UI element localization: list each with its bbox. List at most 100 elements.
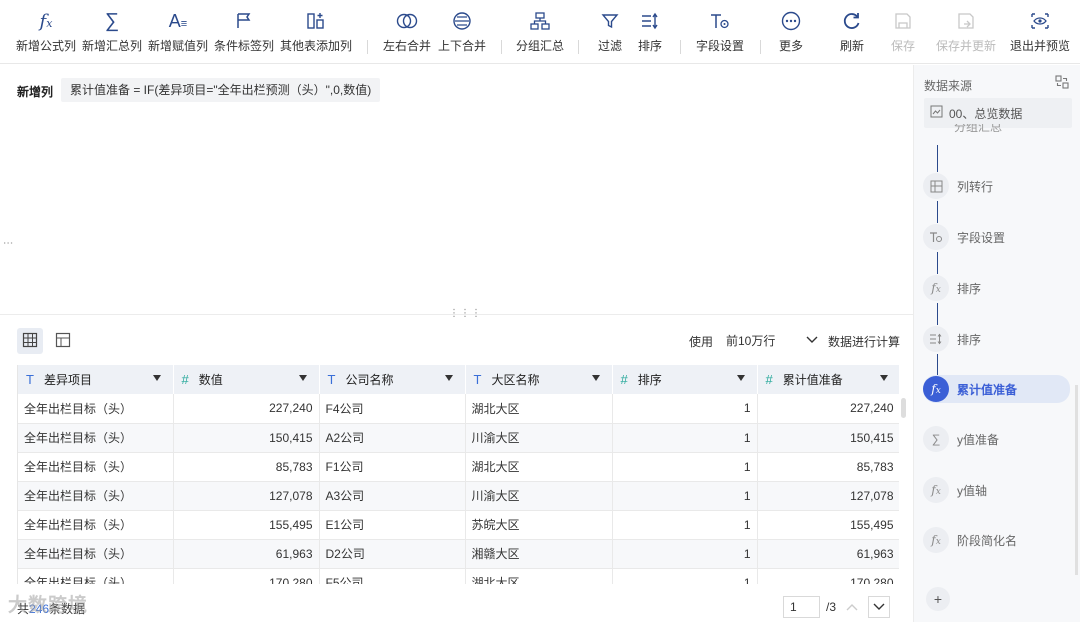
add-column-from-other-table-button[interactable]: 其他表添加列 <box>280 8 352 58</box>
table-cell[interactable]: 全年出栏目标（头） <box>18 452 174 482</box>
table-cell[interactable]: 1 <box>612 394 758 424</box>
panel-toggle-icon[interactable] <box>1055 75 1069 92</box>
table-cell[interactable]: 1 <box>612 481 758 511</box>
row-limit-select[interactable]: 前10万行 <box>726 329 818 351</box>
table-row[interactable]: 全年出栏目标（头） 85,783 F1公司 湖北大区 1 85,783 <box>18 452 899 482</box>
add-summary-column-button[interactable]: ∑ 新增汇总列 <box>82 8 142 58</box>
table-cell[interactable]: 227,240 <box>757 394 899 424</box>
table-scrollbar[interactable] <box>901 398 906 418</box>
column-menu-icon[interactable] <box>879 375 888 381</box>
pipeline-step-y-axis[interactable]: fx y值轴 <box>923 476 987 504</box>
table-cell[interactable]: 湖北大区 <box>465 394 613 424</box>
table-cell[interactable]: 61,963 <box>173 539 320 569</box>
pipeline-step-column-to-row[interactable]: 列转行 <box>923 172 993 200</box>
pipeline-step-cumulative-prep[interactable]: fx 累计值准备 <box>923 375 1070 403</box>
table-cell[interactable]: 全年出栏目标（头） <box>18 568 174 584</box>
refresh-button[interactable]: 刷新 <box>838 8 866 58</box>
table-cell[interactable]: E1公司 <box>319 510 466 540</box>
exit-and-preview-button[interactable]: 退出并预览 <box>1010 8 1070 58</box>
table-cell[interactable]: 1 <box>612 510 758 540</box>
table-cell[interactable]: 127,078 <box>757 481 899 511</box>
table-cell[interactable]: 1 <box>612 423 758 453</box>
condition-label-column-button[interactable]: 条件标签列 <box>214 8 274 58</box>
table-cell[interactable]: 湖北大区 <box>465 568 613 584</box>
table-cell[interactable]: 127,078 <box>173 481 320 511</box>
formula-expression[interactable]: 累计值准备 = IF(差异项目="全年出栏预测（头）",0,数值) <box>61 78 381 102</box>
column-menu-icon[interactable] <box>298 375 307 381</box>
table-cell[interactable]: 全年出栏目标（头） <box>18 481 174 511</box>
table-cell[interactable]: 全年出栏目标（头） <box>18 423 174 453</box>
table-cell[interactable]: 170,280 <box>173 568 320 584</box>
table-cell[interactable]: 1 <box>612 452 758 482</box>
save-button[interactable]: 保存 <box>889 8 917 58</box>
panel-scrollbar[interactable] <box>1075 385 1078 575</box>
table-cell[interactable]: 150,415 <box>757 423 899 453</box>
filter-button[interactable]: 过滤 <box>596 8 624 58</box>
table-cell[interactable]: A3公司 <box>319 481 466 511</box>
table-row[interactable]: 全年出栏目标（头） 155,495 E1公司 苏皖大区 1 155,495 <box>18 510 899 540</box>
table-cell[interactable]: 155,495 <box>757 510 899 540</box>
table-cell[interactable]: F5公司 <box>319 568 466 584</box>
table-cell[interactable]: A2公司 <box>319 423 466 453</box>
column-header-cumulative[interactable]: # 累计值准备 <box>757 365 899 394</box>
table-cell[interactable]: 1 <box>612 539 758 569</box>
table-cell[interactable]: 61,963 <box>757 539 899 569</box>
table-cell[interactable]: 苏皖大区 <box>465 510 613 540</box>
table-cell[interactable]: 155,495 <box>173 510 320 540</box>
add-assign-column-button[interactable]: A≡ 新增赋值列 <box>148 8 208 58</box>
pipeline-step-y-value-prep[interactable]: ∑ y值准备 <box>923 425 999 453</box>
column-header-sort[interactable]: # 排序 <box>612 365 758 394</box>
top-bottom-merge-button[interactable]: 上下合并 <box>437 8 487 58</box>
column-header-company[interactable]: T 公司名称 <box>319 365 466 394</box>
column-menu-icon[interactable] <box>152 375 161 381</box>
group-summary-button[interactable]: 分组汇总 <box>514 8 566 58</box>
table-cell[interactable]: 全年出栏目标（头） <box>18 510 174 540</box>
formula-fx-icon: fx <box>923 376 949 402</box>
table-cell[interactable]: F4公司 <box>319 394 466 424</box>
table-row[interactable]: 全年出栏目标（头） 61,963 D2公司 湘赣大区 1 61,963 <box>18 539 899 569</box>
table-row[interactable]: 全年出栏目标（头） 127,078 A3公司 川渝大区 1 127,078 <box>18 481 899 511</box>
column-menu-icon[interactable] <box>591 375 600 381</box>
add-step-button[interactable]: + <box>926 587 950 611</box>
table-cell[interactable]: 川渝大区 <box>465 423 613 453</box>
left-resize-handle[interactable]: ⋮ <box>2 238 13 248</box>
resize-handle[interactable]: ⋮⋮⋮ <box>449 308 482 319</box>
layout-view-button[interactable] <box>50 328 76 354</box>
table-cell[interactable]: 85,783 <box>173 452 320 482</box>
column-header-value[interactable]: # 数值 <box>173 365 320 394</box>
table-cell[interactable]: D2公司 <box>319 539 466 569</box>
column-menu-icon[interactable] <box>444 375 453 381</box>
table-cell[interactable]: 85,783 <box>757 452 899 482</box>
pipeline-step-stage-short-name[interactable]: fx 阶段简化名 <box>923 526 1017 554</box>
table-cell[interactable]: F1公司 <box>319 452 466 482</box>
pipeline-step-sort[interactable]: 排序 <box>923 325 981 353</box>
table-cell[interactable]: 170,280 <box>757 568 899 584</box>
field-settings-button[interactable]: 字段设置 <box>695 8 745 58</box>
add-formula-column-button[interactable]: fx 新增公式列 <box>16 8 76 58</box>
table-cell[interactable]: 1 <box>612 568 758 584</box>
table-row[interactable]: 全年出栏目标（头） 170,280 F5公司 湖北大区 1 170,280 <box>18 568 899 584</box>
left-right-merge-button[interactable]: 左右合并 <box>382 8 432 58</box>
table-cell[interactable]: 全年出栏目标（头） <box>18 394 174 424</box>
table-cell[interactable]: 湘赣大区 <box>465 539 613 569</box>
table-cell[interactable]: 全年出栏目标（头） <box>18 539 174 569</box>
table-cell[interactable]: 227,240 <box>173 394 320 424</box>
column-menu-icon[interactable] <box>736 375 745 381</box>
grid-view-button[interactable] <box>17 328 43 354</box>
table-row[interactable]: 全年出栏目标（头） 150,415 A2公司 川渝大区 1 150,415 <box>18 423 899 453</box>
table-cell[interactable]: 川渝大区 <box>465 481 613 511</box>
pipeline-step-field-settings[interactable]: 字段设置 <box>923 223 1005 251</box>
column-header-region[interactable]: T 大区名称 <box>465 365 613 394</box>
table-row[interactable]: 全年出栏目标（头） 227,240 F4公司 湖北大区 1 227,240 <box>18 394 899 424</box>
next-page-button[interactable] <box>868 596 890 618</box>
sort-button[interactable]: 排序 <box>636 8 664 58</box>
table-cell[interactable]: 湖北大区 <box>465 452 613 482</box>
save-and-update-button[interactable]: 保存并更新 <box>935 8 997 58</box>
page-number-input[interactable]: 1 <box>783 596 820 618</box>
column-header-diff-item[interactable]: T 差异项目 <box>18 365 174 394</box>
pipeline-step-sort-formula[interactable]: fx 排序 <box>923 274 981 302</box>
table-cell[interactable]: 150,415 <box>173 423 320 453</box>
prev-page-button[interactable] <box>841 596 863 618</box>
more-button[interactable]: 更多 <box>777 8 805 58</box>
pipeline-step-group-summary[interactable]: 分组汇总 <box>923 124 1002 138</box>
